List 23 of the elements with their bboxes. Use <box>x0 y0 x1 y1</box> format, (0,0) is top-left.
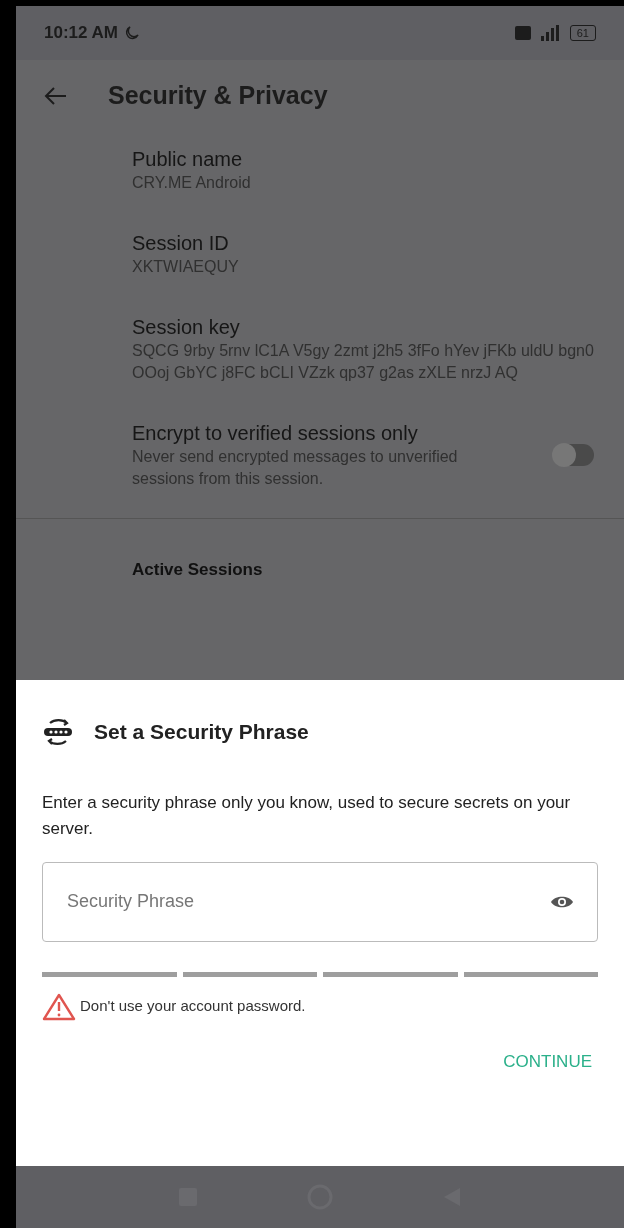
status-time: 10:12 AM <box>44 22 118 45</box>
warning-icon <box>42 992 76 1021</box>
back-arrow-icon[interactable] <box>44 86 68 106</box>
security-phrase-field[interactable]: Security Phrase <box>42 861 598 942</box>
warning-text: Don't use your account password. <box>80 996 306 1017</box>
setting-title: Public name <box>132 147 244 172</box>
sheet-title: Set a Security Phrase <box>94 719 309 745</box>
toggle-switch[interactable] <box>554 444 594 466</box>
sheet-description: Enter a security phrase only you know, used to secure secrets on your server. <box>42 791 572 840</box>
signal-icon <box>540 24 560 42</box>
setting-value: Never send encrypted messages to unverified sessions from this session. <box>132 447 459 489</box>
setting-value: CRY.ME Android <box>132 173 252 193</box>
setting-title: Session key <box>132 315 241 340</box>
setting-value: XKTWIAEQUY <box>132 257 240 277</box>
setting-title: Encrypt to verified sessions only <box>132 421 419 446</box>
password-sync-icon <box>42 716 74 747</box>
page-title: Security & Privacy <box>108 80 328 112</box>
section-header: Active Sessions <box>132 560 263 579</box>
setting-value: SQCG 9rby 5rnv lC1A V5gy 2zmt j2h5 3fFo hYev jFKb uldU bgn0 OOoj GbYC j8FC bCLI VZzk qp37 g2as zXLE nrzJ AQ <box>132 341 595 383</box>
battery-indicator: 61 <box>569 25 596 41</box>
moon-icon <box>124 25 140 41</box>
setting-title: Session ID <box>132 231 230 256</box>
continue-button[interactable]: CONTINUE <box>497 1042 598 1080</box>
